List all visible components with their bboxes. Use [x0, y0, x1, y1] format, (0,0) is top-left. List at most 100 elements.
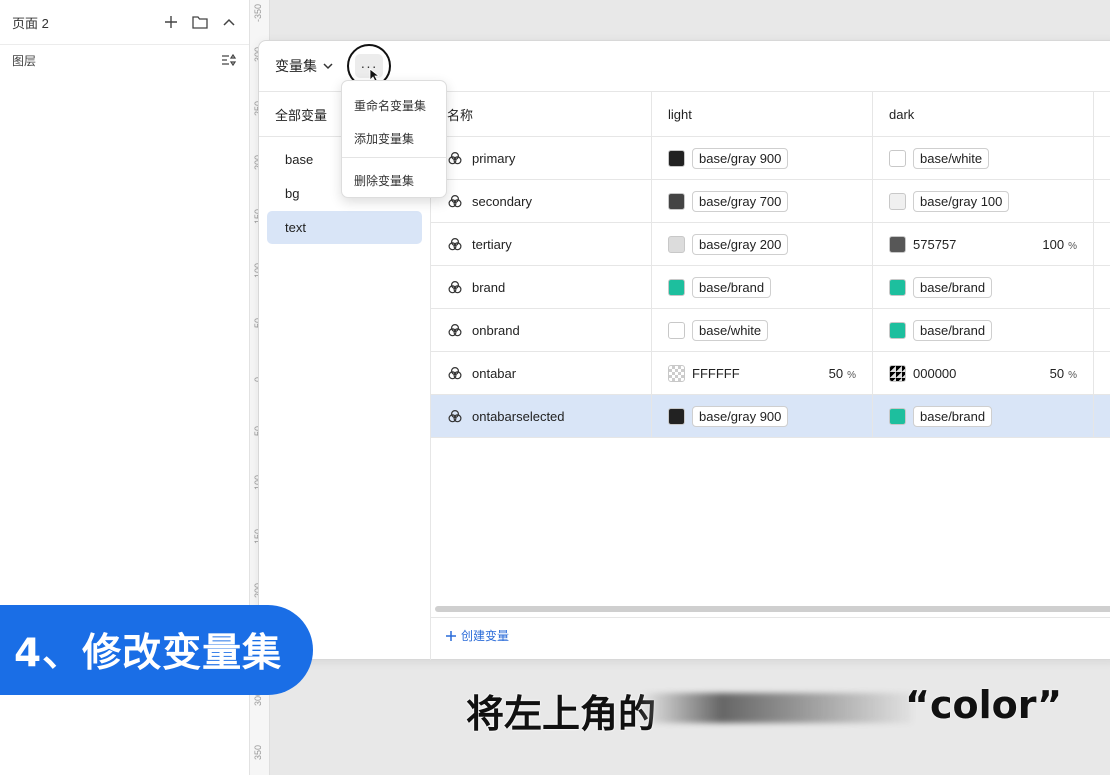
dark-value-cell[interactable]: base/brand: [873, 266, 1094, 308]
page-header: 页面 2: [0, 0, 249, 45]
extra-cell: [1094, 309, 1110, 351]
color-variable-icon: [448, 237, 462, 251]
color-swatch[interactable]: [889, 149, 906, 167]
alias-pill[interactable]: base/gray 700: [692, 190, 789, 212]
color-swatch[interactable]: [668, 192, 685, 210]
color-swatch[interactable]: [889, 278, 906, 296]
color-swatch[interactable]: [668, 364, 685, 382]
collection-selector[interactable]: 变量集: [275, 56, 333, 76]
variable-name-cell[interactable]: primary: [431, 137, 652, 179]
group-item-text[interactable]: text: [267, 211, 422, 244]
table-row[interactable]: brand base/brand base/brand: [431, 266, 1110, 309]
hex-value[interactable]: 575757: [913, 237, 956, 252]
table-row[interactable]: tertiary base/gray 200 575757 100%: [431, 223, 1110, 266]
alias-pill[interactable]: base/gray 200: [692, 233, 789, 255]
alias-pill[interactable]: base/gray 900: [692, 405, 789, 427]
variable-name: onbrand: [472, 322, 520, 338]
dark-value-cell[interactable]: 000000 50%: [873, 352, 1094, 394]
variables-table: 名称 light dark primary base/gray 900 base/w…: [431, 92, 1110, 438]
variable-name-cell[interactable]: onbrand: [431, 309, 652, 351]
opacity-number: 100: [1042, 236, 1065, 252]
color-swatch[interactable]: [889, 364, 906, 382]
create-variable-label: 创建变量: [461, 629, 510, 643]
variable-name-cell[interactable]: tertiary: [431, 223, 652, 265]
color-swatch[interactable]: [889, 321, 906, 339]
variable-name-cell[interactable]: ontabar: [431, 352, 652, 394]
alias-pill[interactable]: base/white: [913, 147, 990, 169]
table-row[interactable]: ontabar FFFFFF 50% 000000 50%: [431, 352, 1110, 395]
opacity-value[interactable]: 100%: [1042, 237, 1077, 252]
color-swatch[interactable]: [668, 407, 685, 425]
dark-value-cell[interactable]: base/brand: [873, 309, 1094, 351]
dark-value-cell[interactable]: base/gray 100: [873, 180, 1094, 222]
hex-value[interactable]: 000000: [913, 366, 956, 381]
variable-name: secondary: [472, 193, 532, 209]
column-light[interactable]: light: [652, 92, 873, 136]
opacity-number: 50: [1049, 365, 1065, 381]
alias-pill[interactable]: base/brand: [692, 276, 772, 298]
table-body: primary base/gray 900 base/white secondary b…: [431, 137, 1110, 438]
plus-icon: [446, 630, 456, 641]
all-variables-label: 全部变量: [275, 107, 328, 123]
extra-cell: [1094, 137, 1110, 179]
column-dark[interactable]: dark: [873, 92, 1094, 136]
color-swatch[interactable]: [889, 235, 906, 253]
alias-pill[interactable]: base/brand: [913, 405, 993, 427]
hex-value[interactable]: FFFFFF: [692, 366, 740, 381]
opacity-value[interactable]: 50%: [1050, 366, 1077, 381]
column-name: 名称: [431, 92, 652, 136]
light-value-cell[interactable]: FFFFFF 50%: [652, 352, 873, 394]
light-value-cell[interactable]: base/gray 700: [652, 180, 873, 222]
subtitle-text-end: “color”: [905, 683, 1063, 727]
variable-name: primary: [472, 150, 516, 166]
menu-divider: [342, 157, 446, 158]
variable-name: brand: [472, 279, 506, 295]
horizontal-scrollbar[interactable]: [435, 606, 1110, 612]
light-value-cell[interactable]: base/gray 900: [652, 395, 873, 437]
create-variable-button[interactable]: 创建变量: [445, 627, 509, 644]
percent-sign: %: [1068, 240, 1077, 252]
alias-pill[interactable]: base/brand: [913, 319, 993, 341]
light-value-cell[interactable]: base/gray 900: [652, 137, 873, 179]
color-swatch[interactable]: [668, 149, 685, 167]
opacity-value[interactable]: 50%: [829, 366, 856, 381]
table-row[interactable]: secondary base/gray 700 base/gray 100: [431, 180, 1110, 223]
variable-name-cell[interactable]: secondary: [431, 180, 652, 222]
add-page-icon[interactable]: [162, 14, 179, 31]
light-value-cell[interactable]: base/brand: [652, 266, 873, 308]
color-swatch[interactable]: [668, 235, 685, 253]
dark-value-cell[interactable]: base/brand: [873, 395, 1094, 437]
table-row[interactable]: onbrand base/white base/brand: [431, 309, 1110, 352]
chevron-up-icon[interactable]: [220, 14, 237, 31]
table-row[interactable]: ontabarselected base/gray 900 base/brand: [431, 395, 1110, 438]
color-variable-icon: [448, 366, 462, 380]
color-variable-icon: [448, 409, 462, 423]
menu-add-collection[interactable]: 添加变量集: [342, 122, 446, 155]
menu-delete-collection[interactable]: 删除变量集: [342, 164, 446, 197]
color-swatch[interactable]: [668, 278, 685, 296]
menu-rename-collection[interactable]: 重命名变量集: [342, 89, 446, 122]
table-row[interactable]: primary base/gray 900 base/white: [431, 137, 1110, 180]
variable-name: ontabarselected: [472, 408, 565, 424]
dark-value-cell[interactable]: base/white: [873, 137, 1094, 179]
light-value-cell[interactable]: base/gray 200: [652, 223, 873, 265]
percent-sign: %: [847, 369, 856, 381]
folder-icon[interactable]: [191, 14, 208, 31]
color-swatch[interactable]: [889, 192, 906, 210]
sort-icon[interactable]: [220, 52, 237, 69]
variable-name-cell[interactable]: ontabarselected: [431, 395, 652, 437]
table-header: 名称 light dark: [431, 92, 1110, 137]
variable-name-cell[interactable]: brand: [431, 266, 652, 308]
color-variable-icon: [448, 280, 462, 294]
alias-pill[interactable]: base/gray 100: [913, 190, 1010, 212]
dark-value-cell[interactable]: 575757 100%: [873, 223, 1094, 265]
color-swatch[interactable]: [668, 321, 685, 339]
light-value-cell[interactable]: base/white: [652, 309, 873, 351]
color-variable-icon: [448, 323, 462, 337]
alias-pill[interactable]: base/white: [692, 319, 769, 341]
color-swatch[interactable]: [889, 407, 906, 425]
alias-pill[interactable]: base/gray 900: [692, 147, 789, 169]
page-title[interactable]: 页面 2: [12, 13, 162, 32]
subtitle-motion-blur: [640, 693, 912, 723]
alias-pill[interactable]: base/brand: [913, 276, 993, 298]
